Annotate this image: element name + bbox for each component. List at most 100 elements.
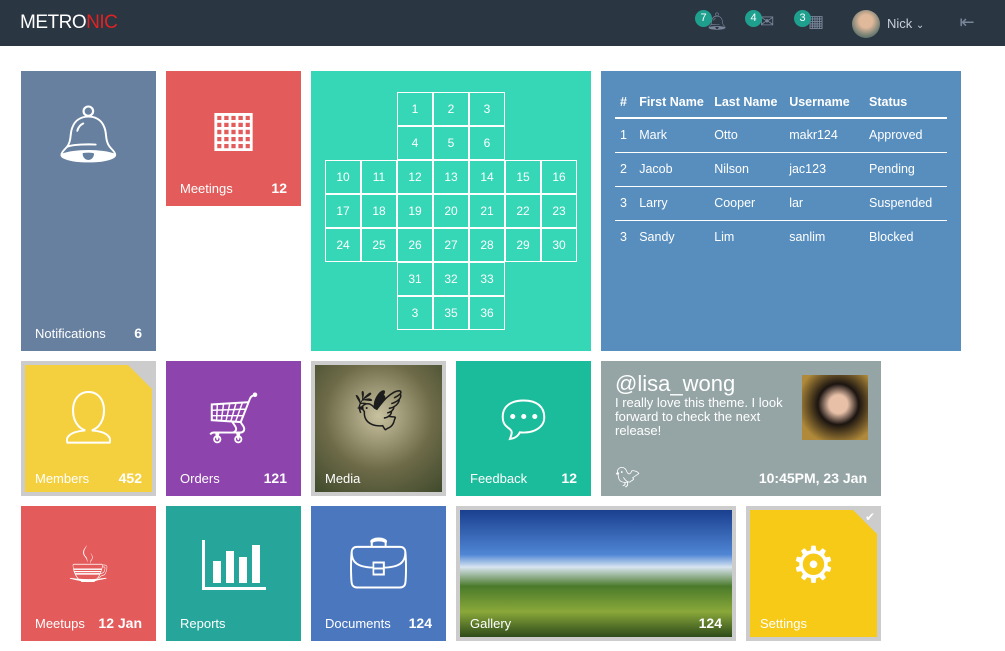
tile-meetings[interactable]: ▦ Meetings 12 (166, 71, 301, 206)
calendar-day[interactable]: 13 (433, 160, 469, 194)
notifications-button[interactable]: 🔔︎ 7 (695, 10, 729, 36)
calendar-day[interactable]: 18 (361, 194, 397, 228)
calendar-day[interactable]: 10 (325, 160, 361, 194)
tile-media[interactable]: 🕊︎ Media (311, 361, 446, 496)
tile-label: Gallery (470, 616, 512, 631)
tasks-button[interactable]: ▦ 3 (794, 10, 828, 36)
calendar-day[interactable]: 12 (397, 160, 433, 194)
tile-count: 6 (134, 325, 142, 341)
calendar-day[interactable]: 24 (325, 228, 361, 262)
users-table: # First Name Last Name Username Status 1 Mark O… (615, 93, 947, 254)
shopping-cart-icon: 🛒︎ (201, 390, 266, 446)
table-row: 3 Larry Cooper lar Suspended (615, 186, 947, 221)
calendar-day[interactable]: 28 (469, 228, 505, 262)
tile-label: Notifications (35, 326, 106, 341)
tile-feedback[interactable]: 💬︎ Feedback 12 (456, 361, 591, 496)
calendar-day[interactable]: 23 (541, 194, 577, 228)
tile-label: Meetings (180, 181, 233, 196)
tweet-text: I really love this theme. I look forward… (615, 395, 783, 438)
calendar-day[interactable]: 25 (361, 228, 397, 262)
calendar-day[interactable]: 36 (469, 296, 505, 330)
calendar-day[interactable]: 29 (505, 228, 541, 262)
user-avatar[interactable] (852, 10, 880, 38)
tile-settings[interactable]: ✔ ⚙︎ Settings (746, 506, 881, 641)
calendar-day[interactable]: 27 (433, 228, 469, 262)
calendar-day[interactable]: 11 (361, 160, 397, 194)
calendar-day[interactable]: 22 (505, 194, 541, 228)
calendar-day[interactable]: 16 (541, 160, 577, 194)
table-cell: jac123 (784, 152, 864, 187)
top-header: METRONIC 🔔︎ 7 ✉ 4 ▦ 3 Nick ⌄ ⇤ (0, 0, 1005, 46)
calendar-day[interactable]: 21 (469, 194, 505, 228)
table-cell: sanlim (789, 230, 826, 245)
tweet-author-photo (802, 375, 868, 440)
user-menu[interactable]: Nick ⌄ (887, 16, 924, 31)
calendar-day[interactable]: 2 (433, 92, 469, 126)
tile-count: 452 (118, 470, 142, 486)
calendar-day[interactable]: 35 (433, 296, 469, 330)
calendar-day[interactable]: 14 (469, 160, 505, 194)
logo[interactable]: METRONIC (20, 12, 118, 34)
calendar-day[interactable]: 30 (541, 228, 577, 262)
tile-label: Media (325, 471, 361, 486)
tweet-time: 10:45PM, 23 Jan (758, 470, 867, 486)
calendar-day[interactable]: 17 (325, 194, 361, 228)
column-header: # (615, 93, 635, 119)
table-cell: Larry (634, 186, 710, 221)
table-cell: Nilson (709, 152, 785, 187)
calendar-day[interactable]: 33 (469, 262, 505, 296)
bird-image: 🕊︎ (353, 389, 404, 433)
table-cell: Sandy (639, 230, 675, 245)
calendar-day[interactable]: 19 (397, 194, 433, 228)
tile-gallery[interactable]: Gallery 124 (456, 506, 736, 641)
table-cell: Mark (634, 118, 710, 153)
table-row: 2 Jacob Nilson jac123 Pending (615, 152, 947, 187)
table-cell: 3 (620, 230, 627, 245)
calendar-day[interactable]: 6 (469, 126, 505, 160)
calendar-icon: ▦ (209, 100, 258, 156)
column-header: Username (784, 93, 864, 119)
briefcase-icon: 💼︎ (346, 535, 411, 591)
messages-badge: 4 (745, 10, 762, 27)
tile-documents[interactable]: 💼︎ Documents 124 (311, 506, 446, 641)
table-row: 1 Mark Otto makr124 Approved (615, 118, 947, 153)
tile-reports[interactable]: Reports (166, 506, 301, 641)
tile-label: Members (35, 471, 90, 486)
calendar-day[interactable]: 20 (433, 194, 469, 228)
column-header: Status (864, 93, 947, 119)
calendar-day[interactable]: 26 (397, 228, 433, 262)
calendar-day[interactable]: 31 (397, 262, 433, 296)
tile-count: 124 (408, 615, 432, 631)
calendar-day[interactable]: 1 (397, 92, 433, 126)
calendar-day[interactable]: 15 (505, 160, 541, 194)
table-cell: lar (784, 186, 864, 221)
user-name: Nick (887, 16, 913, 31)
tile-tweet[interactable]: @lisa_wong I really love this theme. I l… (601, 361, 881, 496)
calendar-day[interactable]: 32 (433, 262, 469, 296)
tile-label: Settings (760, 616, 807, 631)
tile-orders[interactable]: 🛒︎ Orders 121 (166, 361, 301, 496)
logo-text-accent: NIC (86, 12, 118, 33)
calendar-day[interactable]: 4 (397, 126, 433, 160)
tile-label: Documents (325, 616, 391, 631)
tile-users-table: # First Name Last Name Username Status 1 Mark O… (601, 71, 961, 351)
tile-notifications[interactable]: 🔔︎ Notifications 6 (21, 71, 156, 351)
calendar-day[interactable]: 5 (433, 126, 469, 160)
tile-members[interactable]: 👤︎ Members 452 (21, 361, 156, 496)
logout-button[interactable]: ⇤ (955, 12, 979, 36)
calendar-day[interactable]: 3 (397, 296, 433, 330)
bell-icon: 🔔︎ (52, 102, 125, 165)
chevron-down-icon: ⌄ (915, 20, 925, 31)
table-cell: Approved (864, 118, 947, 153)
tasks-badge: 3 (794, 10, 811, 27)
tile-count: 12 (271, 180, 287, 196)
user-icon: 👤︎ (55, 389, 122, 447)
messages-button[interactable]: ✉ 4 (745, 10, 779, 36)
bar-chart-icon (202, 540, 266, 590)
tile-count: 12 Jan (98, 615, 142, 631)
calendar-day[interactable]: 3 (469, 92, 505, 126)
tile-meetups[interactable]: ☕︎ Meetups 12 Jan (21, 506, 156, 641)
table-cell: makr124 (784, 118, 864, 153)
tile-label: Feedback (470, 471, 528, 486)
tile-calendar[interactable]: 1 2 3 4 5 6 10 11 12 13 14 15 16 17 18 19 20 21 22 23 24 25 26… (311, 71, 591, 351)
